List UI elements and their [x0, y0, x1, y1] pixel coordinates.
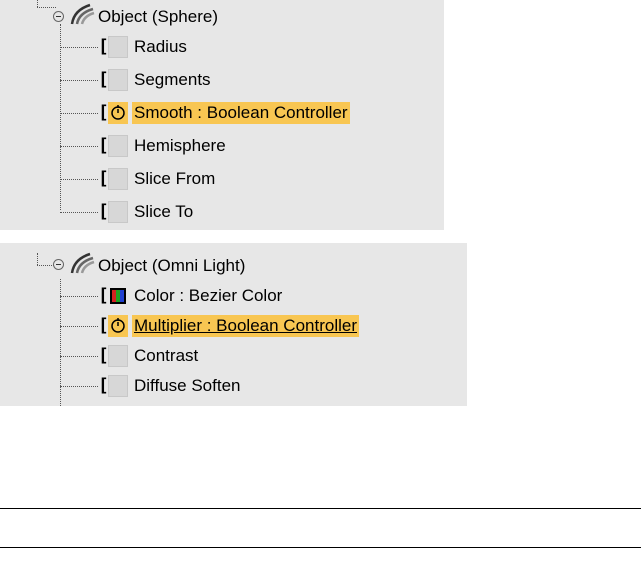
boolean-controller-icon [108, 102, 128, 124]
tree-connector-line [60, 386, 98, 387]
empty-controller-slot [108, 375, 128, 397]
controller-bracket-icon: [ [98, 315, 109, 336]
tree-connector-line [60, 113, 98, 114]
tree-node-track[interactable]: Slice To [132, 197, 195, 227]
controller-bracket-icon: [ [98, 135, 109, 156]
tree-node-object-omni-light[interactable]: Object (Omni Light) [96, 251, 247, 281]
track-view-panel-omni-light: Object (Omni Light) [ Color : Bezier Colo… [0, 243, 467, 406]
tree-node-track[interactable]: Multiplier : Boolean Controller [132, 311, 359, 341]
track-label: Segments [134, 70, 211, 89]
tree-node-track[interactable]: Smooth : Boolean Controller [132, 98, 350, 128]
track-label: Slice To [134, 202, 194, 221]
node-label: Object (Omni Light) [98, 256, 246, 275]
color-controller-icon [108, 285, 128, 307]
tree-node-track[interactable]: Segments [132, 65, 213, 95]
track-label: Radius [134, 37, 187, 56]
object-modifier-icon [70, 3, 95, 25]
tree-node-object-sphere[interactable]: Object (Sphere) [96, 2, 220, 32]
tree-connector-line [60, 47, 98, 48]
horizontal-rule [0, 508, 641, 509]
tree-node-track[interactable]: Hemisphere [132, 131, 228, 161]
empty-controller-slot [108, 168, 128, 190]
track-label: Slice From [134, 169, 216, 188]
tree-connector-line [60, 356, 98, 357]
controller-bracket-icon: [ [98, 285, 109, 306]
empty-controller-slot [108, 201, 128, 223]
controller-bracket-icon: [ [98, 345, 109, 366]
tree-node-track[interactable]: Diffuse Soften [132, 371, 242, 401]
empty-controller-slot [108, 69, 128, 91]
track-label: Multiplier : Boolean Controller [132, 315, 359, 337]
object-modifier-icon [70, 252, 95, 274]
controller-bracket-icon: [ [98, 102, 109, 123]
tree-node-track[interactable]: Color : Bezier Color [132, 281, 284, 311]
tree-connector-line [37, 253, 38, 265]
tree-connector-line [60, 80, 98, 81]
track-label: Contrast [134, 346, 199, 365]
controller-bracket-icon: [ [98, 168, 109, 189]
track-view-panel-sphere: Object (Sphere) [ Radius [ Segments [ Smooth … [0, 0, 444, 230]
empty-controller-slot [108, 345, 128, 367]
track-label: Hemisphere [134, 136, 226, 155]
controller-bracket-icon: [ [98, 375, 109, 396]
tree-node-track[interactable]: Slice From [132, 164, 217, 194]
collapse-toggle-icon[interactable] [53, 11, 64, 22]
track-label: Smooth : Boolean Controller [132, 102, 350, 124]
boolean-controller-icon [108, 315, 128, 337]
controller-bracket-icon: [ [98, 201, 109, 222]
empty-controller-slot [108, 135, 128, 157]
tree-connector-line [37, 0, 38, 7]
track-label: Diffuse Soften [134, 376, 241, 395]
tree-connector-line [37, 7, 56, 8]
tree-connector-line [60, 212, 98, 213]
tree-connector-line [60, 296, 98, 297]
controller-bracket-icon: [ [98, 36, 109, 57]
tree-node-track[interactable]: Radius [132, 32, 189, 62]
tree-connector-line [60, 179, 98, 180]
tree-connector-line [60, 146, 98, 147]
horizontal-rule [0, 547, 641, 548]
tree-node-track[interactable]: Contrast [132, 341, 200, 371]
tree-connector-line [60, 326, 98, 327]
track-label: Color : Bezier Color [134, 286, 283, 305]
empty-controller-slot [108, 36, 128, 58]
collapse-toggle-icon[interactable] [53, 259, 64, 270]
controller-bracket-icon: [ [98, 69, 109, 90]
node-label: Object (Sphere) [98, 7, 218, 26]
tree-connector-line [60, 24, 61, 210]
